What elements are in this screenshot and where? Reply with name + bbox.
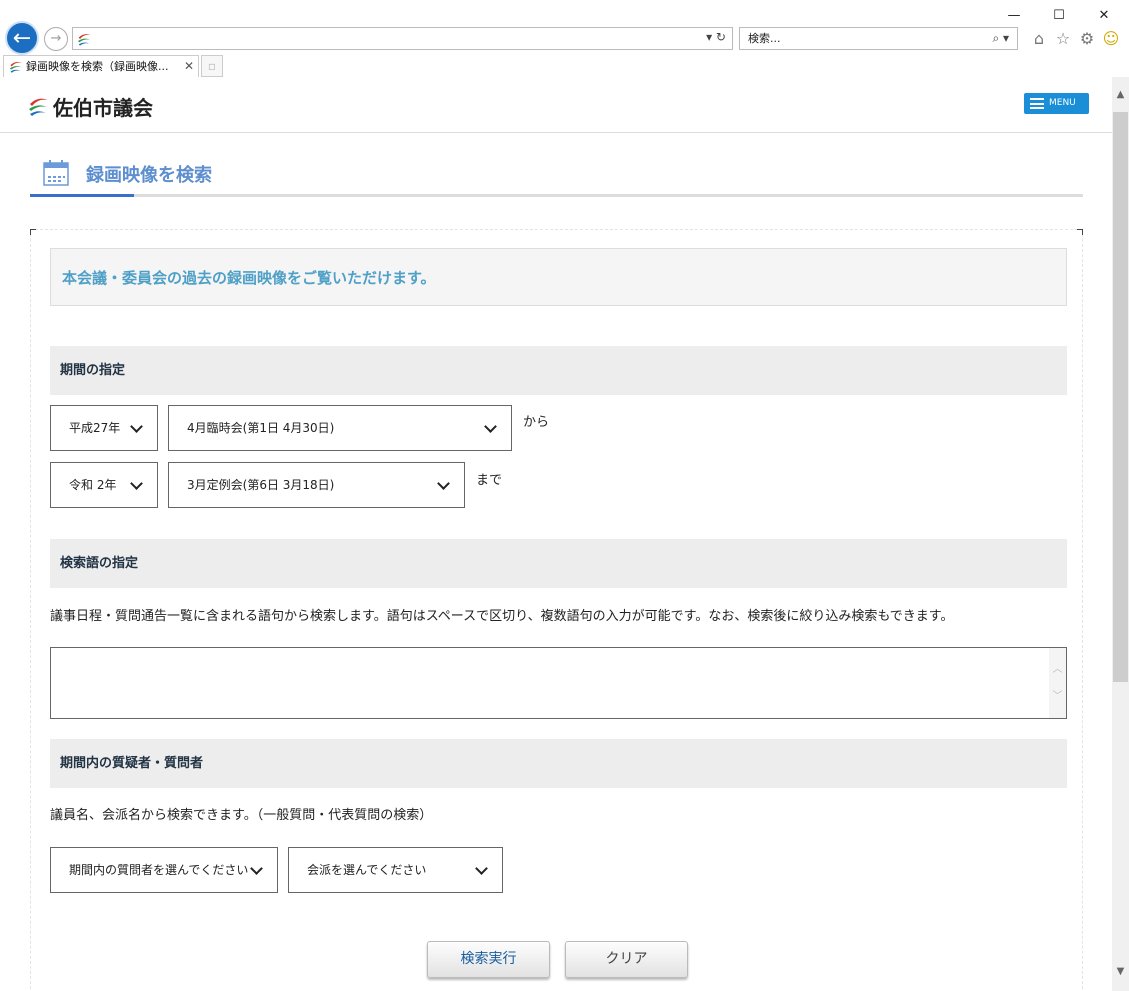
scroll-down-icon[interactable]: ▼ (1112, 966, 1129, 977)
faction-select-value: 会派を選んでください (307, 863, 427, 877)
forward-button[interactable]: → (44, 27, 68, 51)
forward-arrow-icon: → (50, 31, 62, 46)
tab-title: 録画映像を検索（録画映像... (26, 60, 169, 73)
browser-search-box[interactable]: 検索... ⌕ ▾ (739, 27, 1018, 50)
page-heading: 録画映像を検索 (30, 155, 1083, 197)
to-session-value: 3月定例会(第6日 3月18日) (187, 478, 335, 492)
to-year-value: 令和 2年 (69, 478, 117, 492)
to-label: まで (476, 473, 503, 488)
minimize-button[interactable]: — (1004, 6, 1024, 26)
address-bar[interactable]: ▾ ↻ (72, 27, 733, 50)
questioner-section-heading: 期間内の質疑者・質問者 (50, 739, 1067, 788)
faction-select[interactable]: 会派を選んでください (288, 847, 503, 893)
chevron-down-icon (130, 420, 143, 433)
site-favicon-icon (78, 34, 91, 46)
to-session-select[interactable]: 3月定例会(第6日 3月18日) (168, 462, 465, 508)
maximize-button[interactable]: ☐ (1049, 6, 1069, 26)
period-section-heading: 期間の指定 (50, 346, 1067, 395)
settings-gear-icon[interactable]: ⚙ (1077, 29, 1097, 49)
scrollbar-thumb[interactable] (1113, 112, 1128, 682)
favorites-star-icon[interactable]: ☆ (1053, 29, 1073, 49)
from-year-select[interactable]: 平成27年 (50, 405, 158, 451)
keyword-section-heading: 検索語の指定 (50, 539, 1067, 588)
calendar-icon (43, 160, 69, 186)
home-icon[interactable]: ⌂ (1029, 29, 1049, 49)
chevron-down-icon (475, 862, 488, 875)
clear-button[interactable]: クリア (565, 941, 688, 978)
from-session-value: 4月臨時会(第1日 4月30日) (187, 421, 335, 435)
questioner-description: 議員名、会派名から検索できます。（一般質問・代表質問の検索） (50, 808, 433, 823)
site-logo[interactable]: 佐伯市議会 (26, 93, 153, 120)
keyword-description: 議事日程・質問通告一覧に含まれる語句から検索します。語句はスペースで区切り、複数… (50, 609, 954, 624)
questioner-select-value: 期間内の質問者を選んでください (69, 863, 249, 877)
scroll-up-icon[interactable]: ▲ (1112, 89, 1129, 100)
tab-close-icon[interactable]: ✕ (184, 56, 194, 77)
keyword-textarea[interactable]: ︿ ﹀ (50, 647, 1067, 719)
new-tab-button[interactable]: ▫ (201, 55, 223, 77)
menu-label: MENU (1049, 98, 1076, 108)
chevron-down-icon (250, 862, 263, 875)
web-page: 佐伯市議会 MENU 録画映像を検索 本会議・委員会の過去の録画映像をご覧いただ… (0, 77, 1112, 991)
smiley-feedback-icon[interactable]: ☺ (1101, 29, 1121, 49)
tab-favicon-icon (9, 61, 22, 73)
to-year-select[interactable]: 令和 2年 (50, 462, 158, 508)
title-underline (30, 194, 134, 197)
address-controls[interactable]: ▾ ↻ (706, 30, 726, 44)
search-icon[interactable]: ⌕ ▾ (992, 28, 1009, 49)
search-placeholder: 検索... (748, 32, 781, 45)
chevron-down-icon (484, 420, 497, 433)
back-arrow-icon: ← (12, 26, 32, 51)
back-button[interactable]: ← (5, 21, 39, 55)
from-label: から (523, 415, 550, 430)
page-title: 録画映像を検索 (86, 165, 212, 186)
chevron-down-icon (437, 477, 450, 490)
search-submit-button[interactable]: 検索実行 (427, 941, 550, 978)
textarea-scrollbar[interactable]: ︿ ﹀ (1049, 648, 1066, 718)
intro-message: 本会議・委員会の過去の録画映像をご覧いただけます。 (50, 248, 1067, 306)
site-name: 佐伯市議会 (53, 95, 153, 120)
from-year-value: 平成27年 (69, 421, 121, 435)
site-header: 佐伯市議会 MENU (0, 77, 1112, 133)
close-window-button[interactable]: ✕ (1094, 6, 1114, 26)
page-scrollbar[interactable]: ▲ ▼ (1112, 77, 1129, 991)
city-logo-icon (29, 98, 48, 116)
browser-chrome: — ☐ ✕ ← → ▾ ↻ 検索... ⌕ ▾ ⌂ ☆ ⚙ ☺ 録画映像を検索（… (0, 0, 1129, 77)
hamburger-icon (1030, 98, 1044, 109)
browser-tab[interactable]: 録画映像を検索（録画映像... ✕ (3, 55, 199, 77)
questioner-select[interactable]: 期間内の質問者を選んでください (50, 847, 278, 893)
menu-button[interactable]: MENU (1024, 93, 1089, 114)
from-session-select[interactable]: 4月臨時会(第1日 4月30日) (168, 405, 512, 451)
chevron-down-icon (130, 477, 143, 490)
